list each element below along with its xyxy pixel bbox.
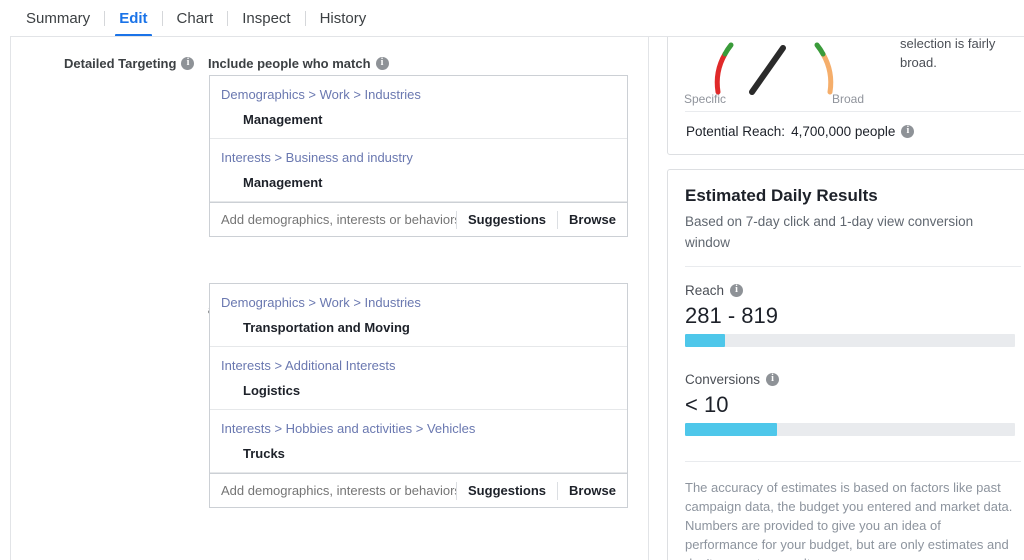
targeting-search-input[interactable] bbox=[221, 212, 457, 227]
targeting-row[interactable]: Demographics > Work > Industries Transpo… bbox=[210, 284, 627, 347]
targeting-name: Transportation and Moving bbox=[243, 320, 410, 335]
metric-label: Reach bbox=[685, 283, 725, 298]
include-people-text: Include people who match bbox=[208, 56, 371, 71]
browse-button[interactable]: Browse bbox=[558, 212, 627, 227]
narrow-input-row: Suggestions Browse bbox=[210, 473, 627, 507]
estimated-daily-results-card: Estimated Daily Results Based on 7-day c… bbox=[667, 169, 1024, 560]
tab-summary[interactable]: Summary bbox=[12, 0, 104, 37]
potential-reach-value: 4,700,000 people bbox=[791, 124, 896, 139]
gauge-svg bbox=[714, 42, 834, 95]
audience-definition-card: Specific Broad selection is fairly broad… bbox=[667, 37, 1024, 155]
estimated-results-title: Estimated Daily Results bbox=[685, 186, 878, 205]
potential-reach-row: Potential Reach: 4,700,000 people bbox=[686, 124, 915, 139]
metric-label-row: Reach bbox=[685, 283, 1015, 298]
metric-value: < 10 bbox=[685, 392, 729, 417]
estimated-results-subtitle: Based on 7-day click and 1-day view conv… bbox=[685, 214, 974, 250]
targeting-name: Logistics bbox=[243, 383, 301, 398]
targeting-name: Management bbox=[243, 112, 323, 127]
detailed-targeting-pane: Detailed Targeting Include people who ma… bbox=[11, 37, 648, 560]
targeting-name: Trucks bbox=[243, 446, 285, 461]
info-icon[interactable] bbox=[730, 283, 744, 297]
card-divider bbox=[685, 266, 1021, 267]
accuracy-note: The accuracy of estimates is based on fa… bbox=[685, 480, 1013, 560]
targeting-path[interactable]: Demographics > Work > Industries bbox=[221, 86, 615, 103]
top-tab-bar: Summary Edit Chart Inspect History bbox=[0, 0, 1024, 37]
targeting-path[interactable]: Interests > Business and industry bbox=[221, 149, 615, 166]
metric-value: 281 - 819 bbox=[685, 303, 778, 328]
estimates-pane: Specific Broad selection is fairly broad… bbox=[649, 37, 1024, 560]
metric-progress-fill bbox=[685, 334, 725, 347]
targeting-row[interactable]: Demographics > Work > Industries Managem… bbox=[210, 76, 627, 139]
potential-reach-label: Potential Reach: bbox=[686, 124, 786, 139]
metric-progress-track bbox=[685, 334, 1015, 347]
include-people-label: Include people who match bbox=[208, 56, 389, 71]
suggestions-button[interactable]: Suggestions bbox=[457, 483, 557, 498]
card-divider bbox=[685, 461, 1021, 462]
detailed-targeting-label: Detailed Targeting bbox=[64, 56, 195, 71]
include-targeting-box: Demographics > Work > Industries Managem… bbox=[209, 75, 628, 237]
targeting-search-input[interactable] bbox=[221, 483, 457, 498]
metric-label: Conversions bbox=[685, 372, 761, 387]
narrow-targeting-box: Demographics > Work > Industries Transpo… bbox=[209, 283, 628, 508]
gauge-labels: Specific Broad bbox=[684, 92, 864, 106]
tab-inspect[interactable]: Inspect bbox=[228, 0, 304, 37]
info-icon[interactable] bbox=[901, 124, 915, 138]
targeting-path[interactable]: Demographics > Work > Industries bbox=[221, 294, 615, 311]
audience-gauge bbox=[684, 37, 864, 96]
suggestions-button[interactable]: Suggestions bbox=[457, 212, 557, 227]
tab-edit[interactable]: Edit bbox=[105, 0, 161, 37]
info-icon[interactable] bbox=[375, 56, 389, 70]
targeting-row[interactable]: Interests > Business and industry Manage… bbox=[210, 139, 627, 202]
metric-conversions: Conversions < 10 bbox=[685, 372, 1015, 436]
targeting-row[interactable]: Interests > Hobbies and activities > Veh… bbox=[210, 410, 627, 473]
targeting-row[interactable]: Interests > Additional Interests Logisti… bbox=[210, 347, 627, 410]
info-icon[interactable] bbox=[766, 372, 780, 386]
targeting-path[interactable]: Interests > Additional Interests bbox=[221, 357, 615, 374]
targeting-path[interactable]: Interests > Hobbies and activities > Veh… bbox=[221, 420, 615, 437]
detailed-targeting-text: Detailed Targeting bbox=[64, 56, 177, 71]
targeting-name: Management bbox=[243, 175, 323, 190]
browse-button[interactable]: Browse bbox=[558, 483, 627, 498]
gauge-label-specific: Specific bbox=[684, 92, 727, 106]
tab-chart[interactable]: Chart bbox=[163, 0, 228, 37]
metric-progress-track bbox=[685, 423, 1015, 436]
metric-progress-fill bbox=[685, 423, 778, 436]
card-divider bbox=[685, 111, 1021, 112]
metric-reach: Reach 281 - 819 bbox=[685, 283, 1015, 347]
gauge-label-broad: Broad bbox=[831, 92, 864, 106]
include-input-row: Suggestions Browse bbox=[210, 202, 627, 236]
metric-label-row: Conversions bbox=[685, 372, 1015, 387]
info-icon[interactable] bbox=[181, 56, 195, 70]
tab-history[interactable]: History bbox=[306, 0, 381, 37]
audience-tip-text: selection is fairly broad. bbox=[900, 37, 996, 70]
